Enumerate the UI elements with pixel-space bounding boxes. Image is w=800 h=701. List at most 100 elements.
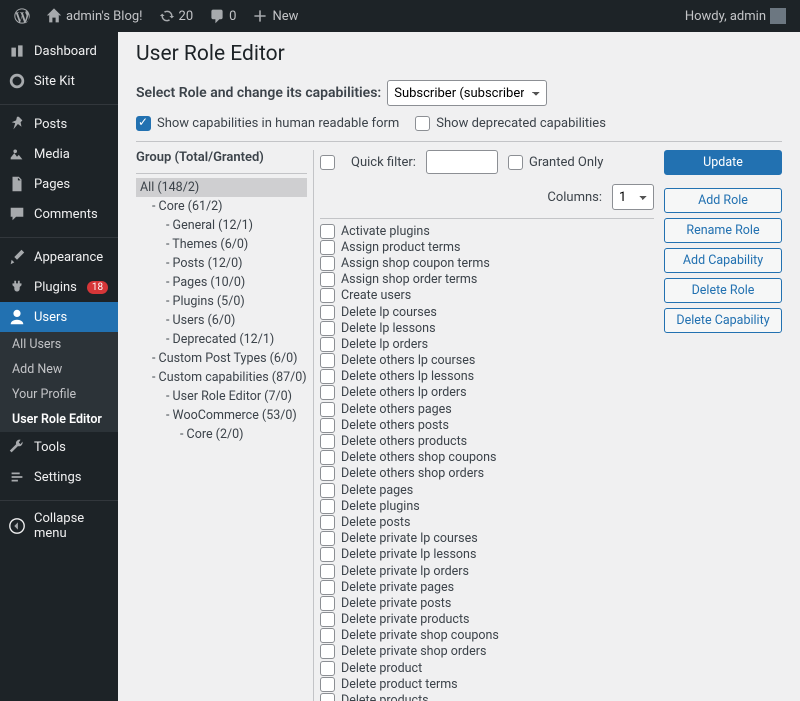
capability-checkbox[interactable] (320, 483, 335, 498)
capability-checkbox[interactable] (320, 661, 335, 676)
capability-item[interactable]: Delete private lp lessons (320, 547, 654, 563)
capability-checkbox[interactable] (320, 612, 335, 627)
group-item[interactable]: - User Role Editor (7/0) (136, 387, 307, 406)
capability-checkbox[interactable] (320, 693, 335, 701)
group-item[interactable]: - General (12/1) (136, 216, 307, 235)
capability-item[interactable]: Delete product terms (320, 676, 654, 692)
account-link[interactable]: Howdy, admin (679, 0, 792, 32)
capabilities-list[interactable]: Activate pluginsAssign product termsAssi… (320, 218, 654, 701)
menu-plugins[interactable]: Plugins18 (0, 272, 118, 302)
capability-item[interactable]: Delete private products (320, 612, 654, 628)
capability-checkbox[interactable] (320, 547, 335, 562)
menu-appearance[interactable]: Appearance (0, 242, 118, 272)
capability-checkbox[interactable] (320, 434, 335, 449)
submenu-user-role-editor[interactable]: User Role Editor (0, 407, 118, 432)
group-item[interactable]: - WooCommerce (53/0) (136, 406, 307, 425)
menu-posts[interactable]: Posts (0, 109, 118, 139)
menu-settings[interactable]: Settings (0, 462, 118, 492)
rename-role-button[interactable]: Rename Role (664, 218, 782, 243)
updates-link[interactable]: 20 (153, 0, 200, 32)
menu-media[interactable]: Media (0, 139, 118, 169)
capability-item[interactable]: Delete private shop orders (320, 644, 654, 660)
add-capability-button[interactable]: Add Capability (664, 248, 782, 273)
capability-item[interactable]: Delete private lp courses (320, 531, 654, 547)
show-readable-checkbox[interactable] (136, 116, 151, 131)
capability-checkbox[interactable] (320, 353, 335, 368)
capability-checkbox[interactable] (320, 256, 335, 271)
capability-item[interactable]: Delete others lp courses (320, 353, 654, 369)
new-content[interactable]: New (246, 0, 304, 32)
capability-item[interactable]: Delete private shop coupons (320, 628, 654, 644)
capability-checkbox[interactable] (320, 402, 335, 417)
menu-comments[interactable]: Comments (0, 199, 118, 229)
granted-only-option[interactable]: Granted Only (508, 155, 603, 170)
capability-item[interactable]: Assign shop order terms (320, 272, 654, 288)
group-item[interactable]: - Core (2/0) (136, 425, 307, 444)
capability-checkbox[interactable] (320, 450, 335, 465)
capability-checkbox[interactable] (320, 240, 335, 255)
group-item[interactable]: - Plugins (5/0) (136, 292, 307, 311)
capability-item[interactable]: Delete others lp orders (320, 385, 654, 401)
add-role-button[interactable]: Add Role (664, 188, 782, 213)
capability-checkbox[interactable] (320, 515, 335, 530)
capability-item[interactable]: Delete private lp orders (320, 563, 654, 579)
capability-checkbox[interactable] (320, 564, 335, 579)
capability-checkbox[interactable] (320, 596, 335, 611)
capability-item[interactable]: Delete pages (320, 482, 654, 498)
show-deprecated-option[interactable]: Show deprecated capabilities (415, 116, 606, 131)
capability-checkbox[interactable] (320, 385, 335, 400)
capability-item[interactable]: Delete others pages (320, 401, 654, 417)
capability-item[interactable]: Delete lp lessons (320, 320, 654, 336)
menu-pages[interactable]: Pages (0, 169, 118, 199)
capability-checkbox[interactable] (320, 288, 335, 303)
submenu-your-profile[interactable]: Your Profile (0, 382, 118, 407)
group-item[interactable]: - Custom capabilities (87/0) (136, 368, 307, 387)
capability-item[interactable]: Delete others products (320, 433, 654, 449)
capability-checkbox[interactable] (320, 418, 335, 433)
submenu-all-users[interactable]: All Users (0, 332, 118, 357)
capability-item[interactable]: Activate plugins (320, 223, 654, 239)
select-all-caps-checkbox[interactable] (320, 155, 335, 170)
wp-logo[interactable] (8, 0, 36, 32)
submenu-add-new[interactable]: Add New (0, 357, 118, 382)
delete-capability-button[interactable]: Delete Capability (664, 308, 782, 333)
menu-users[interactable]: Users (0, 302, 118, 332)
capability-checkbox[interactable] (320, 369, 335, 384)
capability-item[interactable]: Assign product terms (320, 239, 654, 255)
group-item[interactable]: - Core (61/2) (136, 197, 307, 216)
role-select[interactable]: Subscriber (subscriber) (387, 80, 547, 106)
menu-tools[interactable]: Tools (0, 432, 118, 462)
capability-item[interactable]: Delete lp orders (320, 336, 654, 352)
capability-checkbox[interactable] (320, 580, 335, 595)
granted-only-checkbox[interactable] (508, 155, 523, 170)
capability-item[interactable]: Delete others shop coupons (320, 450, 654, 466)
capability-item[interactable]: Create users (320, 288, 654, 304)
capability-checkbox[interactable] (320, 628, 335, 643)
capability-item[interactable]: Delete others posts (320, 417, 654, 433)
capability-item[interactable]: Delete product (320, 660, 654, 676)
capability-item[interactable]: Delete products (320, 692, 654, 701)
capability-checkbox[interactable] (320, 272, 335, 287)
update-button[interactable]: Update (664, 150, 782, 175)
delete-role-button[interactable]: Delete Role (664, 278, 782, 303)
columns-select[interactable]: 1 (612, 184, 654, 210)
show-readable-option[interactable]: Show capabilities in human readable form (136, 116, 399, 131)
group-item[interactable]: - Deprecated (12/1) (136, 330, 307, 349)
capability-checkbox[interactable] (320, 305, 335, 320)
capability-checkbox[interactable] (320, 466, 335, 481)
site-home-link[interactable]: admin's Blog! (40, 0, 149, 32)
capability-item[interactable]: Delete private pages (320, 579, 654, 595)
menu-collapse-menu[interactable]: Collapse menu (0, 505, 118, 547)
capability-item[interactable]: Delete lp courses (320, 304, 654, 320)
group-item[interactable]: - Custom Post Types (6/0) (136, 349, 307, 368)
menu-dashboard[interactable]: Dashboard (0, 36, 118, 66)
comments-link[interactable]: 0 (203, 0, 242, 32)
capability-item[interactable]: Delete others shop orders (320, 466, 654, 482)
group-item[interactable]: - Pages (10/0) (136, 273, 307, 292)
capability-checkbox[interactable] (320, 224, 335, 239)
capability-checkbox[interactable] (320, 644, 335, 659)
group-item[interactable]: - Themes (6/0) (136, 235, 307, 254)
capability-item[interactable]: Assign shop coupon terms (320, 255, 654, 271)
capability-checkbox[interactable] (320, 321, 335, 336)
group-item[interactable]: All (148/2) (136, 178, 307, 197)
